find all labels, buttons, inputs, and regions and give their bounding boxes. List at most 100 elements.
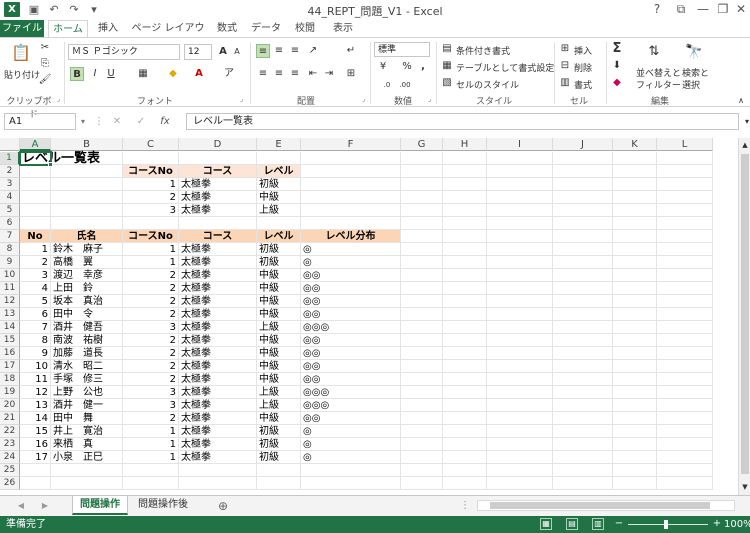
cell[interactable] bbox=[553, 152, 613, 165]
formula-input[interactable]: レベル一覧表 bbox=[186, 113, 739, 130]
cell[interactable] bbox=[657, 269, 713, 282]
cell[interactable] bbox=[487, 178, 553, 191]
cell[interactable] bbox=[443, 334, 487, 347]
cell[interactable] bbox=[553, 321, 613, 334]
comma-button[interactable]: , bbox=[416, 60, 430, 74]
list-level-distribution[interactable]: ◎◎ bbox=[301, 360, 401, 373]
cell[interactable] bbox=[657, 399, 713, 412]
list-level[interactable]: 上級 bbox=[257, 399, 301, 412]
cell[interactable] bbox=[657, 217, 713, 230]
list-level[interactable]: 中級 bbox=[257, 373, 301, 386]
fill-color-icon[interactable]: ◆ bbox=[166, 67, 180, 81]
minimize-button[interactable]: — bbox=[692, 0, 714, 18]
master-level[interactable]: 上級 bbox=[257, 204, 301, 217]
list-level-distribution[interactable]: ◎◎◎ bbox=[301, 386, 401, 399]
cell[interactable] bbox=[553, 243, 613, 256]
cell[interactable] bbox=[613, 217, 657, 230]
list-no[interactable]: 10 bbox=[20, 360, 51, 373]
add-sheet-icon[interactable]: ⊕ bbox=[216, 499, 230, 513]
cell[interactable] bbox=[657, 321, 713, 334]
scroll-down-icon[interactable]: ▼ bbox=[738, 480, 750, 494]
list-level-distribution[interactable]: ◎◎ bbox=[301, 295, 401, 308]
cell[interactable] bbox=[123, 477, 179, 490]
format-painter-icon[interactable]: 🖌 bbox=[38, 73, 52, 87]
cell[interactable] bbox=[553, 399, 613, 412]
cell[interactable] bbox=[613, 464, 657, 477]
insert-button[interactable]: 挿入 bbox=[574, 44, 592, 57]
cell[interactable] bbox=[443, 308, 487, 321]
delete-cells-icon[interactable]: ⊟ bbox=[558, 59, 572, 73]
list-no[interactable]: 3 bbox=[20, 269, 51, 282]
increase-decimal-icon[interactable]: .0 bbox=[380, 78, 394, 92]
zoom-level[interactable]: 100% bbox=[724, 516, 750, 533]
cell[interactable] bbox=[487, 321, 553, 334]
column-header-f[interactable]: F bbox=[301, 138, 401, 151]
percent-button[interactable]: % bbox=[400, 60, 414, 74]
list-level[interactable]: 初級 bbox=[257, 451, 301, 464]
master-header-cell[interactable]: コースNo bbox=[123, 165, 179, 178]
cell-styles-icon[interactable]: ▧ bbox=[440, 76, 454, 90]
list-name[interactable]: 井上 寛治 bbox=[51, 425, 123, 438]
align-left-icon[interactable]: ≡ bbox=[256, 67, 270, 81]
list-level[interactable]: 中級 bbox=[257, 308, 301, 321]
list-course-no[interactable]: 1 bbox=[123, 451, 179, 464]
cell[interactable] bbox=[487, 243, 553, 256]
cell[interactable] bbox=[553, 425, 613, 438]
cell[interactable] bbox=[657, 334, 713, 347]
number-format-select[interactable]: 標準 bbox=[374, 42, 430, 57]
phonetic-icon[interactable]: ア bbox=[222, 67, 236, 81]
cell[interactable] bbox=[401, 282, 443, 295]
column-header-e[interactable]: E bbox=[257, 138, 301, 151]
sheet-tab-problem[interactable]: 問題操作 bbox=[72, 496, 128, 515]
horizontal-scrollbar[interactable] bbox=[477, 500, 735, 511]
tab-insert[interactable]: 挿入 bbox=[92, 20, 124, 37]
list-no[interactable]: 12 bbox=[20, 386, 51, 399]
cell[interactable] bbox=[487, 282, 553, 295]
list-level[interactable]: 初級 bbox=[257, 438, 301, 451]
cell[interactable] bbox=[657, 243, 713, 256]
list-course-no[interactable]: 1 bbox=[123, 243, 179, 256]
list-course[interactable]: 太極拳 bbox=[179, 373, 257, 386]
cell[interactable] bbox=[51, 191, 123, 204]
horizontal-scroll-thumb[interactable] bbox=[490, 502, 710, 509]
row-header[interactable]: 8 bbox=[0, 243, 20, 256]
cell[interactable] bbox=[657, 438, 713, 451]
cell[interactable] bbox=[613, 477, 657, 490]
list-level[interactable]: 上級 bbox=[257, 321, 301, 334]
cell[interactable] bbox=[657, 191, 713, 204]
row-header[interactable]: 20 bbox=[0, 399, 20, 412]
cell[interactable] bbox=[613, 308, 657, 321]
cell[interactable] bbox=[401, 477, 443, 490]
align-center-icon[interactable]: ≡ bbox=[272, 67, 286, 81]
list-level-distribution[interactable]: ◎◎ bbox=[301, 347, 401, 360]
cell[interactable] bbox=[401, 269, 443, 282]
cell[interactable] bbox=[553, 360, 613, 373]
cell[interactable] bbox=[401, 256, 443, 269]
cell[interactable] bbox=[51, 178, 123, 191]
cell[interactable] bbox=[657, 256, 713, 269]
cell[interactable] bbox=[401, 334, 443, 347]
list-name[interactable]: 田中 舞 bbox=[51, 412, 123, 425]
cell[interactable] bbox=[613, 269, 657, 282]
cell[interactable] bbox=[20, 178, 51, 191]
row-header[interactable]: 11 bbox=[0, 282, 20, 295]
cell[interactable] bbox=[401, 451, 443, 464]
cell[interactable] bbox=[487, 334, 553, 347]
cut-icon[interactable]: ✂ bbox=[38, 41, 52, 55]
cell[interactable] bbox=[487, 386, 553, 399]
ribbon-display-button[interactable]: ⧉ bbox=[670, 0, 692, 18]
cancel-icon[interactable]: ✕ bbox=[110, 115, 124, 129]
tab-file[interactable]: ファイル bbox=[0, 20, 44, 37]
list-level-distribution[interactable]: ◎◎ bbox=[301, 282, 401, 295]
cell[interactable] bbox=[401, 412, 443, 425]
cell[interactable] bbox=[553, 204, 613, 217]
cell[interactable] bbox=[20, 204, 51, 217]
list-course[interactable]: 太極拳 bbox=[179, 243, 257, 256]
clipboard-launcher-icon[interactable]: ⌟ bbox=[57, 96, 64, 103]
cell[interactable] bbox=[443, 204, 487, 217]
tab-home[interactable]: ホーム bbox=[48, 20, 88, 37]
cell[interactable] bbox=[553, 412, 613, 425]
cell[interactable] bbox=[553, 178, 613, 191]
font-launcher-icon[interactable]: ⌟ bbox=[240, 96, 247, 103]
column-header-d[interactable]: D bbox=[179, 138, 257, 151]
